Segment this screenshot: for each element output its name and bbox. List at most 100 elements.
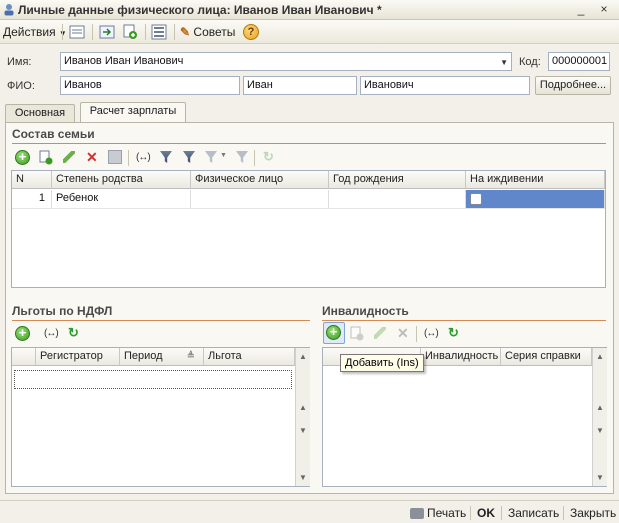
- edit-icon[interactable]: [374, 327, 386, 339]
- add-icon[interactable]: +: [326, 325, 341, 340]
- close-form-button[interactable]: Закрыть: [570, 506, 616, 520]
- minimize-button[interactable]: _: [574, 3, 588, 16]
- details-button[interactable]: Подробнее...: [535, 76, 611, 95]
- first-name-field[interactable]: Иван: [243, 76, 357, 95]
- person-cell[interactable]: [191, 190, 329, 208]
- refresh-icon[interactable]: ↻: [448, 326, 459, 339]
- end-edit-icon[interactable]: [108, 150, 122, 164]
- actions-label: Действия: [3, 25, 56, 39]
- scroll-up-icon[interactable]: ▲: [596, 403, 604, 412]
- move-icon[interactable]: (↔): [424, 328, 439, 339]
- ndfl-table[interactable]: Регистратор Период ≜ Льгота ▲ ▲ ▼ ▼: [11, 347, 310, 487]
- copy-row-icon[interactable]: [39, 150, 53, 165]
- column-header[interactable]: N: [12, 171, 52, 189]
- column-header[interactable]: Степень родства: [52, 171, 191, 189]
- dropdown-arrow-icon[interactable]: ▼: [220, 152, 227, 159]
- move-icon[interactable]: (↔): [136, 152, 151, 163]
- delete-icon[interactable]: ✕: [397, 326, 409, 340]
- close-button[interactable]: ×: [597, 3, 611, 16]
- toolbar-separator: [174, 24, 175, 40]
- section-divider: [12, 143, 606, 144]
- period-header-label: Период: [124, 350, 163, 362]
- column-header[interactable]: На иждивении: [466, 171, 605, 189]
- tab-payroll[interactable]: Расчет зарплаты: [80, 102, 186, 122]
- toolbar-separator: [128, 150, 129, 166]
- tips-button[interactable]: ✎ Советы: [180, 24, 235, 40]
- add-icon[interactable]: +: [15, 150, 30, 165]
- scroll-down-icon[interactable]: ▼: [596, 473, 604, 482]
- list-icon[interactable]: [151, 24, 167, 40]
- go-to-icon[interactable]: [99, 24, 115, 40]
- help-icon[interactable]: ?: [243, 24, 259, 40]
- edit-icon[interactable]: [63, 151, 75, 163]
- toolbar-separator: [145, 24, 146, 40]
- code-value: 000000001: [552, 55, 608, 67]
- ok-button[interactable]: OK: [477, 506, 495, 520]
- toolbar-separator: [92, 24, 93, 40]
- column-header[interactable]: Серия справки: [501, 348, 592, 366]
- dependent-checkbox[interactable]: [470, 193, 482, 205]
- table-row[interactable]: 1 Ребенок: [12, 190, 605, 209]
- toolbar-separator: [254, 150, 255, 166]
- move-icon[interactable]: (↔): [44, 328, 59, 339]
- patronymic-field[interactable]: Иванович: [360, 76, 530, 95]
- toolbar-separator: [416, 326, 417, 342]
- column-header[interactable]: Регистратор: [36, 348, 120, 366]
- copy-row-icon[interactable]: [350, 326, 364, 341]
- family-section-title: Состав семьи: [12, 127, 95, 141]
- dropdown-arrow-icon[interactable]: ▼: [500, 56, 508, 69]
- scroll-down-icon[interactable]: ▼: [596, 426, 604, 435]
- section-divider: [322, 320, 606, 321]
- column-header: [12, 348, 36, 366]
- add-tooltip: Добавить (Ins): [340, 354, 424, 372]
- last-name-field[interactable]: Иванов: [60, 76, 240, 95]
- scroll-up-icon[interactable]: ▲: [299, 403, 307, 412]
- status-bar: Печать OK Записать Закрыть: [0, 500, 619, 523]
- print-button[interactable]: Печать: [410, 506, 466, 520]
- name-value: Иванов Иван Иванович: [64, 55, 184, 67]
- scrollbar[interactable]: ▲ ▲ ▼ ▼: [592, 348, 607, 486]
- section-divider: [12, 320, 310, 321]
- scroll-up-icon[interactable]: ▲: [299, 352, 307, 361]
- row-number: 1: [12, 190, 52, 208]
- sort-icon[interactable]: ≜: [187, 348, 195, 365]
- name-label: Имя:: [7, 56, 32, 68]
- relation-cell[interactable]: Ребенок: [52, 190, 191, 208]
- column-header[interactable]: Период ≜: [120, 348, 204, 366]
- column-header[interactable]: Инвалидность: [421, 348, 501, 366]
- disability-section-title: Инвалидность: [322, 304, 409, 318]
- tips-icon: ✎: [180, 25, 191, 39]
- patronymic-value: Иванович: [364, 79, 414, 91]
- birth-year-cell[interactable]: [329, 190, 466, 208]
- first-name-value: Иван: [247, 79, 273, 91]
- actions-menu[interactable]: Действия ▼: [3, 24, 67, 40]
- refresh-icon[interactable]: ↻: [68, 326, 79, 339]
- copy-icon[interactable]: [122, 24, 138, 40]
- delete-icon[interactable]: ✕: [86, 150, 98, 164]
- column-header[interactable]: Год рождения: [329, 171, 466, 189]
- dependent-cell[interactable]: [466, 190, 605, 208]
- print-label: Печать: [427, 506, 467, 520]
- scrollbar[interactable]: ▲ ▲ ▼ ▼: [295, 348, 310, 486]
- toolbar-separator: [62, 24, 63, 40]
- scroll-down-icon[interactable]: ▼: [299, 426, 307, 435]
- add-icon[interactable]: +: [15, 326, 30, 341]
- name-field[interactable]: Иванов Иван Иванович ▼: [60, 52, 512, 71]
- toolbar: Действия ▼ ✎ Советы ?: [0, 20, 619, 44]
- scroll-up-icon[interactable]: ▲: [596, 352, 604, 361]
- title-bar: Личные данные физического лица: Иванов И…: [0, 0, 619, 20]
- scroll-down-icon[interactable]: ▼: [299, 473, 307, 482]
- column-header[interactable]: Льгота: [204, 348, 295, 366]
- properties-icon[interactable]: [69, 24, 85, 40]
- window-title: Личные данные физического лица: Иванов И…: [18, 3, 382, 17]
- tab-main[interactable]: Основная: [5, 104, 75, 122]
- empty-row[interactable]: [14, 370, 292, 389]
- status-separator: [563, 506, 564, 520]
- code-field[interactable]: 000000001: [548, 52, 610, 71]
- family-table[interactable]: N Степень родства Физическое лицо Год ро…: [11, 170, 606, 288]
- save-button[interactable]: Записать: [508, 506, 559, 520]
- code-label: Код:: [519, 56, 541, 68]
- person-icon: [3, 3, 15, 16]
- refresh-icon[interactable]: ↻: [263, 150, 274, 163]
- column-header[interactable]: Физическое лицо: [191, 171, 329, 189]
